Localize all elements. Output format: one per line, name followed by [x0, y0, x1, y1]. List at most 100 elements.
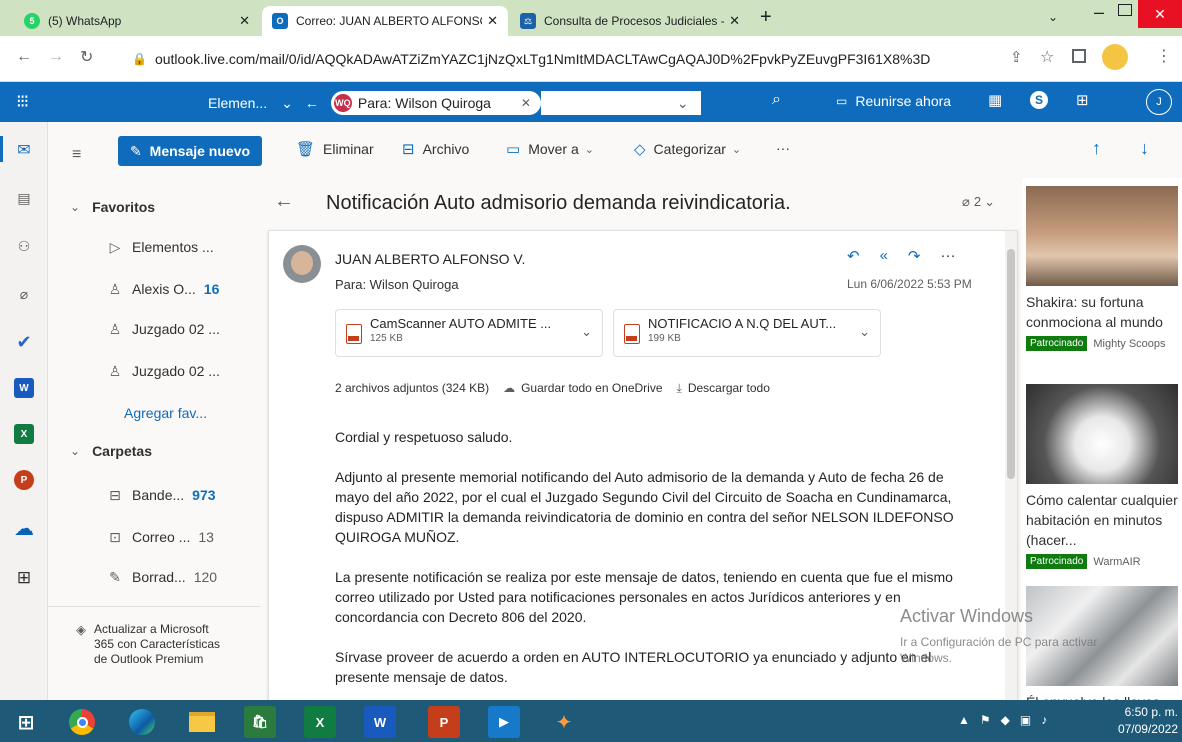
powerpoint-icon[interactable]: P: [14, 470, 34, 490]
back-arrow-icon[interactable]: ←: [305, 95, 319, 111]
close-tab-icon[interactable]: ✕: [729, 13, 740, 29]
hamburger-menu-icon[interactable]: ≡: [72, 146, 81, 164]
scrollbar[interactable]: [1005, 231, 1017, 700]
attachment-count[interactable]: ⌀ 2 ⌄: [962, 194, 995, 210]
office-notes-icon[interactable]: ⊞: [1076, 91, 1089, 109]
word-icon[interactable]: W: [14, 378, 34, 398]
new-message-button[interactable]: ✎ Mensaje nuevo: [118, 136, 262, 166]
chevron-down-icon[interactable]: ⌄: [281, 95, 293, 112]
close-window-button[interactable]: ✕: [1138, 0, 1182, 28]
folders-header[interactable]: ⌄ Carpetas: [48, 436, 260, 466]
skype-icon[interactable]: S: [1030, 91, 1048, 109]
todo-check-icon[interactable]: ✔: [14, 332, 34, 352]
search-icon[interactable]: ⌕: [772, 91, 781, 109]
windows-start-icon[interactable]: ⊞: [10, 706, 42, 738]
more-actions-button[interactable]: ···: [776, 140, 790, 156]
sidebar-item-junk[interactable]: ⊡ Correo ... 13: [48, 522, 260, 552]
scrollbar-thumb[interactable]: [1007, 249, 1015, 479]
chevron-down-icon[interactable]: ⌄: [677, 95, 689, 112]
close-icon[interactable]: ✕: [521, 96, 531, 110]
search-chip[interactable]: WQ Para: Wilson Quiroga ✕: [330, 91, 541, 115]
sidebar-item-alexis[interactable]: ♙ Alexis O... 16: [48, 274, 260, 304]
chrome-icon[interactable]: [66, 706, 98, 738]
store-icon[interactable]: 🛍: [244, 706, 276, 738]
minimize-button[interactable]: –: [1094, 2, 1104, 23]
excel-icon[interactable]: X: [14, 424, 34, 444]
download-all-link[interactable]: Descargar todo: [688, 381, 770, 396]
share-icon[interactable]: ⇪: [1010, 48, 1023, 66]
chevron-down-icon[interactable]: ⌄: [581, 324, 592, 340]
attachment-1[interactable]: CamScanner AUTO ADMITE ... 125 KB ⌄: [335, 309, 603, 357]
excel-taskbar-icon[interactable]: X: [304, 706, 336, 738]
ccleaner-icon[interactable]: ✦: [548, 706, 580, 738]
reply-icon[interactable]: ↶: [847, 247, 860, 265]
attachment-2[interactable]: NOTIFICACIO A N.Q DEL AUT... 199 KB ⌄: [613, 309, 881, 357]
maximize-button[interactable]: [1118, 4, 1132, 16]
calendar-icon[interactable]: ▤: [14, 188, 34, 208]
attachment-icon[interactable]: ⌀: [14, 284, 34, 304]
tab-outlook[interactable]: O Correo: JUAN ALBERTO ALFONSO ✕: [262, 6, 508, 36]
sidebar-item-juzgado-1[interactable]: ♙ Juzgado 02 ...: [48, 314, 260, 344]
chevron-down-icon[interactable]: ⌄: [70, 444, 80, 458]
upgrade-promo[interactable]: ◈ Actualizar a Microsoft 365 con Caracte…: [76, 622, 256, 667]
ad-card[interactable]: Cómo calentar cualquier habitación en mi…: [1026, 384, 1178, 569]
save-onedrive-link[interactable]: Guardar todo en OneDrive: [521, 381, 662, 396]
people-icon[interactable]: ⚇: [14, 236, 34, 256]
app-launcher-icon[interactable]: ⁝⁝⁝: [16, 91, 29, 112]
mail-icon[interactable]: ✉: [14, 140, 34, 160]
reload-icon[interactable]: ↻: [80, 47, 93, 67]
tab-search-icon[interactable]: ⌄: [1048, 10, 1058, 24]
chevron-down-icon[interactable]: ⌄: [70, 200, 80, 214]
forward-icon[interactable]: ↷: [908, 247, 921, 265]
arrow-down-icon[interactable]: ↓: [1140, 138, 1149, 159]
file-explorer-icon[interactable]: [186, 706, 218, 738]
tab-consulta[interactable]: ⚖ Consulta de Procesos Judiciales - ✕: [510, 6, 750, 36]
sidepanel-icon[interactable]: [1072, 49, 1086, 63]
favorites-header[interactable]: ⌄ Favoritos: [48, 192, 260, 222]
onedrive-icon[interactable]: ☁: [14, 518, 34, 540]
more-icon[interactable]: ···: [941, 247, 956, 265]
back-arrow-icon[interactable]: ←: [274, 190, 294, 213]
chevron-down-icon[interactable]: ⌄: [859, 324, 870, 340]
ad-card[interactable]: Shakira: su fortuna conmociona al mundo …: [1026, 186, 1178, 351]
url-field[interactable]: 🔒 outlook.live.com/mail/0/id/AQQkADAwATZ…: [120, 45, 995, 73]
media-player-icon[interactable]: ▶: [488, 706, 520, 738]
close-tab-icon[interactable]: ✕: [487, 13, 498, 29]
security-icon[interactable]: ◆: [1001, 713, 1010, 727]
more-apps-icon[interactable]: ⊞: [14, 568, 34, 588]
user-avatar[interactable]: J: [1146, 89, 1172, 115]
forward-arrow-icon[interactable]: →: [48, 48, 64, 66]
delete-button[interactable]: 🗑 Eliminar: [296, 140, 374, 158]
browser-menu-icon[interactable]: ⋮: [1156, 46, 1172, 66]
sidebar-item-juzgado-2[interactable]: ♙ Juzgado 02 ...: [48, 356, 260, 386]
apps-grid-icon[interactable]: ▦: [988, 91, 1002, 109]
edge-icon[interactable]: [126, 706, 158, 738]
tab-whatsapp[interactable]: 5 (5) WhatsApp ✕: [14, 6, 260, 36]
powerpoint-taskbar-icon[interactable]: P: [428, 706, 460, 738]
reply-all-icon[interactable]: «: [880, 247, 888, 265]
sidebar-item-sent[interactable]: ▷ Elementos ...: [48, 232, 260, 262]
search-bar[interactable]: Elemen... ⌄ ← WQ Para: Wilson Quiroga ✕ …: [208, 91, 740, 115]
back-arrow-icon[interactable]: ←: [16, 48, 32, 66]
sender-avatar[interactable]: [283, 245, 321, 283]
search-scope[interactable]: Elemen...: [208, 95, 267, 111]
network-icon[interactable]: ▣: [1020, 713, 1031, 727]
meet-now-button[interactable]: ▭ Reunirse ahora: [836, 93, 951, 109]
sender-name[interactable]: JUAN ALBERTO ALFONSO V.: [335, 251, 525, 267]
close-tab-icon[interactable]: ✕: [239, 13, 250, 29]
flag-icon[interactable]: ⚑: [980, 713, 991, 727]
sidebar-item-drafts[interactable]: ✎ Borrad... 120: [48, 562, 260, 592]
arrow-up-icon[interactable]: ↑: [1092, 138, 1101, 159]
move-to-button[interactable]: ▭ Mover a ⌄: [506, 140, 594, 158]
categorize-button[interactable]: ◇ Categorizar ⌄: [634, 140, 741, 158]
profile-avatar-icon[interactable]: [1102, 44, 1128, 70]
bookmark-star-icon[interactable]: ☆: [1040, 47, 1054, 67]
clock[interactable]: 6:50 p. m. 07/09/2022: [1100, 704, 1178, 738]
volume-icon[interactable]: ♪: [1041, 713, 1047, 727]
add-favorite-link[interactable]: Agregar fav...: [48, 398, 260, 428]
tray-overflow-icon[interactable]: ▲: [958, 713, 970, 727]
archive-button[interactable]: ⊟ Archivo: [402, 140, 469, 158]
word-taskbar-icon[interactable]: W: [364, 706, 396, 738]
new-tab-button[interactable]: +: [760, 6, 772, 29]
sidebar-item-inbox[interactable]: ⊟ Bande... 973: [48, 480, 260, 510]
